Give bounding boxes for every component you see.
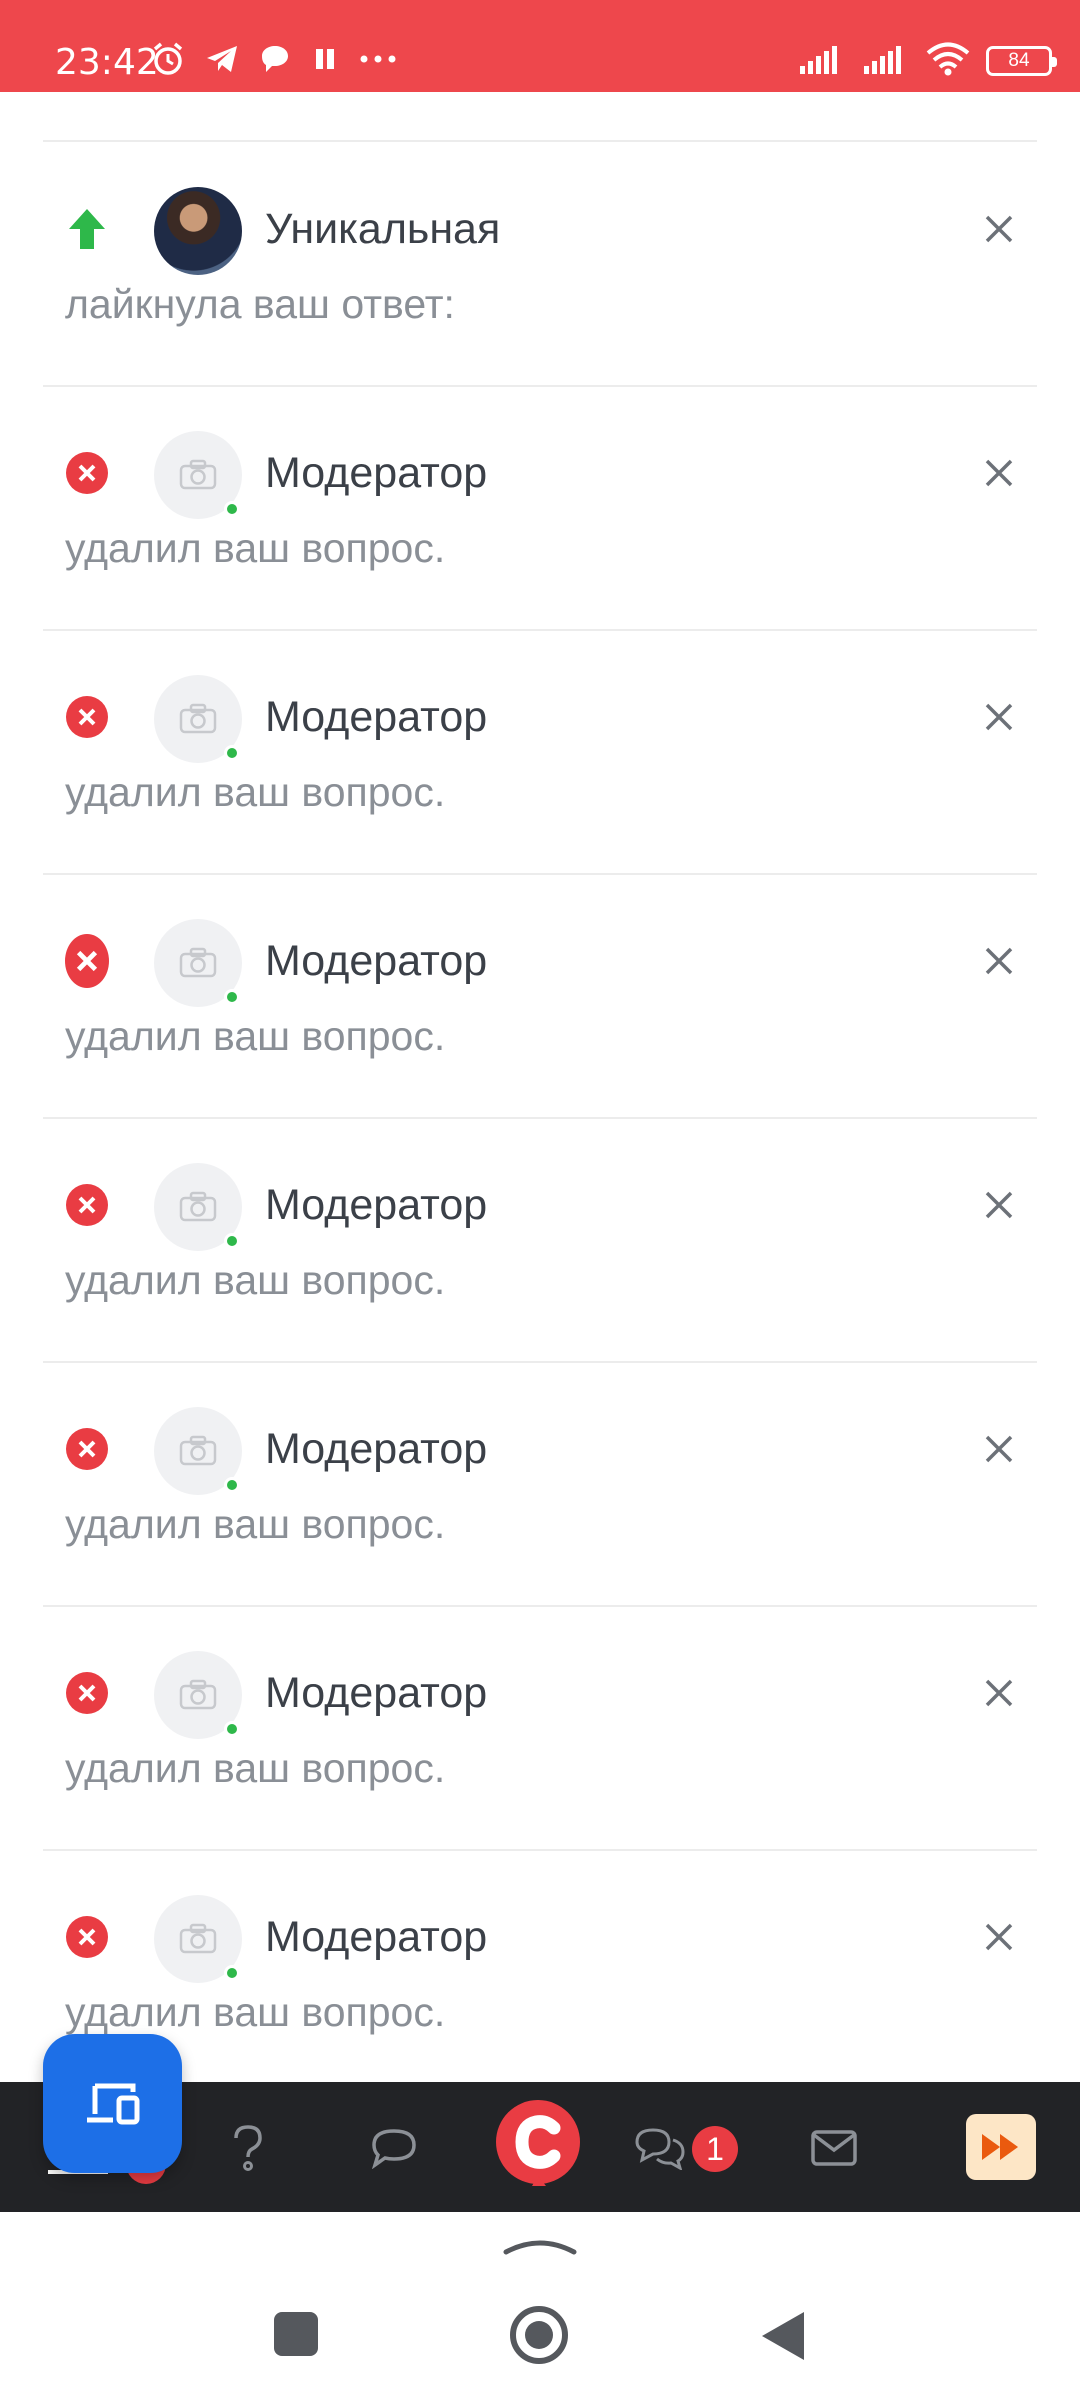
deleted-status-icon bbox=[65, 695, 109, 739]
home-button[interactable] bbox=[510, 2306, 568, 2364]
home-dot bbox=[525, 2321, 553, 2349]
status-icons-left bbox=[150, 38, 398, 84]
system-nav-bar bbox=[0, 2212, 1080, 2400]
fast-forward-button[interactable] bbox=[966, 2114, 1036, 2180]
avatar[interactable] bbox=[154, 1651, 242, 1739]
back-button[interactable] bbox=[760, 2310, 806, 2367]
notification-item[interactable]: Модератор удалил ваш вопрос. bbox=[43, 1363, 1037, 1607]
battery-icon: 84 bbox=[986, 46, 1057, 76]
notification-item[interactable]: Модератор удалил ваш вопрос. bbox=[43, 1119, 1037, 1363]
avatar[interactable] bbox=[154, 1407, 242, 1495]
sender-name[interactable]: Уникальная bbox=[265, 205, 500, 254]
upvote-arrow-icon bbox=[65, 207, 109, 251]
avatar[interactable] bbox=[154, 187, 242, 275]
online-indicator bbox=[224, 1965, 240, 1981]
deleted-status-icon bbox=[65, 1671, 109, 1715]
fast-forward-icon bbox=[982, 2134, 1018, 2160]
notification-text: лайкнула ваш ответ: bbox=[65, 281, 455, 327]
deleted-status-icon bbox=[65, 1183, 109, 1227]
camera-icon bbox=[179, 1923, 217, 1954]
camera-icon bbox=[179, 1679, 217, 1710]
close-icon[interactable] bbox=[977, 1915, 1021, 1959]
close-icon[interactable] bbox=[977, 1427, 1021, 1471]
chat-icon[interactable] bbox=[356, 2110, 432, 2186]
more-dots-icon bbox=[358, 49, 398, 74]
sender-name[interactable]: Модератор bbox=[265, 1669, 487, 1718]
notification-item[interactable]: Модератор удалил ваш вопрос. bbox=[43, 1607, 1037, 1851]
deleted-status-icon bbox=[65, 1915, 109, 1959]
signal-icon bbox=[798, 42, 846, 81]
question-icon[interactable] bbox=[210, 2110, 286, 2186]
online-indicator bbox=[224, 1721, 240, 1737]
pause-icon bbox=[310, 44, 340, 79]
sender-name[interactable]: Модератор bbox=[265, 693, 487, 742]
messages-badge: 1 bbox=[692, 2126, 738, 2172]
camera-icon bbox=[179, 703, 217, 734]
mail-icon[interactable] bbox=[796, 2110, 872, 2186]
divider bbox=[43, 140, 1037, 142]
notification-text: удалил ваш вопрос. bbox=[65, 1745, 446, 1791]
notification-list[interactable]: Уникальная лайкнула ваш ответ: Модератор… bbox=[0, 92, 1080, 2082]
messages-icon[interactable] bbox=[622, 2110, 698, 2186]
telegram-icon bbox=[204, 41, 240, 82]
signal-icon bbox=[862, 42, 910, 81]
deleted-status-icon bbox=[65, 934, 109, 988]
avatar[interactable] bbox=[154, 431, 242, 519]
close-icon[interactable] bbox=[977, 1671, 1021, 1715]
status-icons-right: 84 bbox=[798, 38, 1057, 84]
camera-icon bbox=[179, 947, 217, 978]
wifi-icon bbox=[926, 42, 970, 81]
notification-text: удалил ваш вопрос. bbox=[65, 1257, 446, 1303]
sender-name[interactable]: Модератор bbox=[265, 1425, 487, 1474]
online-indicator bbox=[224, 501, 240, 517]
close-icon[interactable] bbox=[977, 695, 1021, 739]
sender-name[interactable]: Модератор bbox=[265, 449, 487, 498]
close-icon[interactable] bbox=[977, 207, 1021, 251]
notification-item[interactable]: Модератор удалил ваш вопрос. bbox=[43, 1851, 1037, 2082]
notification-item[interactable]: Уникальная лайкнула ваш ответ: bbox=[43, 143, 1037, 387]
devices-icon bbox=[86, 2083, 139, 2124]
chevron-up-icon[interactable] bbox=[502, 2232, 578, 2261]
camera-icon bbox=[179, 459, 217, 490]
online-indicator bbox=[224, 1233, 240, 1249]
notification-text: удалил ваш вопрос. bbox=[65, 525, 446, 571]
close-icon[interactable] bbox=[977, 451, 1021, 495]
deleted-status-icon bbox=[65, 451, 109, 495]
avatar[interactable] bbox=[154, 919, 242, 1007]
sender-name[interactable]: Модератор bbox=[265, 937, 487, 986]
device-switch-fab[interactable] bbox=[43, 2034, 182, 2173]
status-time: 23:42 bbox=[55, 42, 159, 83]
avatar[interactable] bbox=[154, 1895, 242, 1983]
alarm-icon bbox=[150, 41, 186, 82]
avatar[interactable] bbox=[154, 1163, 242, 1251]
notification-item[interactable]: Модератор удалил ваш вопрос. bbox=[43, 875, 1037, 1119]
online-indicator bbox=[224, 1477, 240, 1493]
notification-text: удалил ваш вопрос. bbox=[65, 769, 446, 815]
online-indicator bbox=[224, 745, 240, 761]
close-icon[interactable] bbox=[977, 1183, 1021, 1227]
notification-text: удалил ваш вопрос. bbox=[65, 1989, 446, 2035]
notification-item[interactable]: Модератор удалил ваш вопрос. bbox=[43, 387, 1037, 631]
notification-text: удалил ваш вопрос. bbox=[65, 1501, 446, 1547]
camera-icon bbox=[179, 1435, 217, 1466]
camera-icon bbox=[179, 1191, 217, 1222]
battery-level: 84 bbox=[1008, 50, 1030, 71]
sender-name[interactable]: Модератор bbox=[265, 1181, 487, 1230]
online-indicator bbox=[224, 989, 240, 1005]
avatar[interactable] bbox=[154, 675, 242, 763]
notification-item[interactable]: Модератор удалил ваш вопрос. bbox=[43, 631, 1037, 875]
notification-text: удалил ваш вопрос. bbox=[65, 1013, 446, 1059]
close-icon[interactable] bbox=[977, 939, 1021, 983]
deleted-status-icon bbox=[65, 1427, 109, 1471]
recent-apps-button[interactable] bbox=[274, 2312, 318, 2356]
status-bar: 23:42 84 bbox=[0, 0, 1080, 92]
app-logo[interactable] bbox=[490, 2096, 586, 2192]
chat-bubble-icon bbox=[258, 42, 292, 81]
sender-name[interactable]: Модератор bbox=[265, 1913, 487, 1962]
